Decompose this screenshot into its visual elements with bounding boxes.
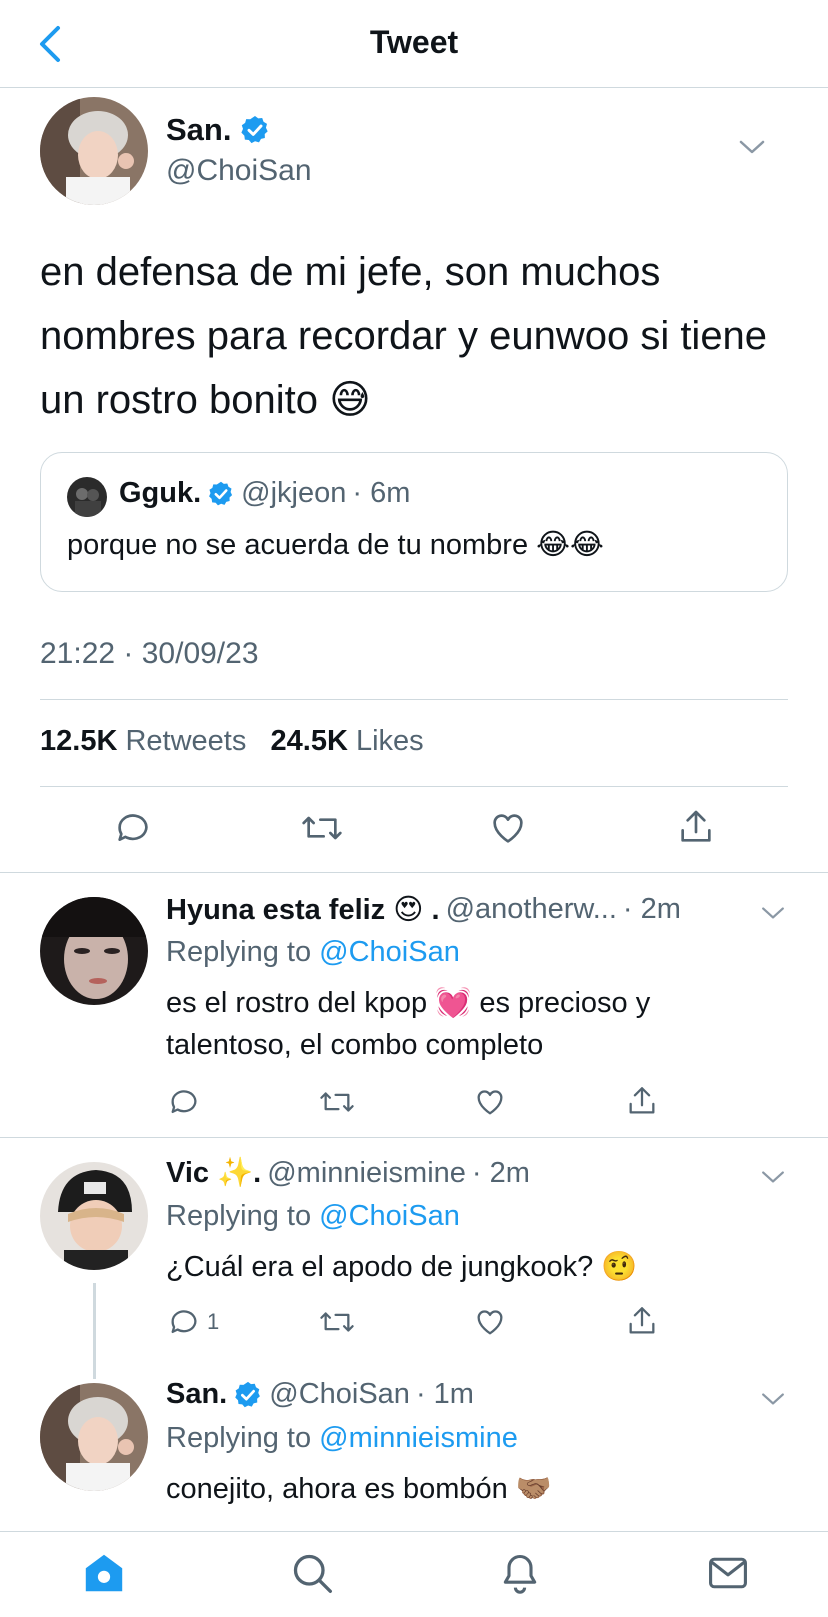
share-button[interactable] [625,1303,659,1339]
reply-author-name[interactable]: Vic ✨. [166,1156,261,1190]
reply-time: · 2m [622,893,681,925]
quoted-tweet-time: · 6m [352,477,411,509]
page-title: Tweet [369,24,459,60]
reply-button[interactable]: 1 [167,1305,219,1339]
replying-to-mention[interactable]: @ChoiSan [319,1200,460,1232]
chevron-down-icon [762,1393,784,1405]
tweet-timestamp: 21:22 · 30/09/23 [40,637,259,670]
reply-more-button[interactable] [760,1169,786,1190]
like-button[interactable] [487,808,529,848]
share-icon [629,1307,655,1334]
quoted-tweet-card[interactable]: Gguk. @jkjeon · 6m porque no se acuerda … [40,452,788,592]
reply-button[interactable] [167,1085,207,1119]
reply-icon [118,814,148,841]
tweet-stats: 12.5K Retweets 24.5K Likes [40,725,424,758]
reply-header: Hyuna esta feliz 😍 . @anotherw... · 2m [166,892,681,927]
tab-notifications[interactable] [495,1548,545,1598]
share-icon [681,810,711,842]
replying-to-mention[interactable]: @minnieismine [319,1422,518,1454]
header-bar: Tweet [0,0,828,88]
bottom-tab-bar [0,1531,828,1617]
share-button[interactable] [676,806,716,848]
heart-icon [477,1090,503,1115]
quoted-author-handle: @jkjeon [241,477,347,509]
verified-badge-icon [241,116,269,144]
replying-to-line: Replying to @minnieismine [166,1422,518,1454]
tab-home[interactable] [79,1548,129,1598]
retweet-button[interactable] [318,1305,356,1339]
reply-author-avatar[interactable] [40,897,148,1005]
heart-icon [493,814,523,843]
retweet-icon [320,1092,354,1112]
chevron-down-icon [762,907,784,919]
reply-author-handle[interactable]: @ChoiSan [269,1378,410,1411]
chevron-down-icon [739,140,765,154]
reply-author-avatar[interactable] [40,1383,148,1491]
mail-icon [709,1557,747,1589]
quoted-tweet-text: porque no se acuerda de tu nombre 😂😂 [67,529,604,561]
reply-icon [171,1310,197,1334]
retweet-icon [302,816,342,840]
divider [0,872,828,873]
home-icon [85,1554,123,1592]
bell-icon [503,1554,537,1594]
verified-badge-icon [235,1381,261,1407]
divider [0,1137,828,1138]
reply-author-handle[interactable]: @anotherw... [446,893,617,926]
reply-time: · 1m [415,1378,474,1410]
replying-to-line: Replying to @ChoiSan [166,1200,460,1232]
heart-icon [477,1310,503,1335]
likes-label[interactable]: Likes [356,725,424,757]
like-button[interactable] [472,1085,508,1119]
share-icon [629,1087,655,1114]
retweet-button[interactable] [300,808,344,848]
search-icon [293,1554,332,1593]
verified-badge-icon [209,481,233,505]
retweets-label[interactable]: Retweets [125,725,246,757]
reply-text: ¿Cuál era el apodo de jungkook? 🤨 [166,1251,638,1283]
reply-more-button[interactable] [760,1391,786,1412]
reply-icon [171,1090,197,1114]
tab-messages[interactable] [703,1548,753,1598]
reply-header: San. @ChoiSan · 1m [166,1378,474,1411]
reply-time: · 2m [471,1156,530,1189]
tab-search[interactable] [287,1548,337,1598]
retweet-button[interactable] [318,1085,356,1119]
main-author-name[interactable]: San. [166,112,271,148]
reply-text: es el rostro del kpop 💓 es precioso y ta… [166,987,651,1061]
quoted-tweet-header: Gguk. @jkjeon · 6m [119,477,410,510]
thread-connector-line [93,1283,96,1379]
quoted-author-name: Gguk. [119,477,202,509]
replying-to-mention[interactable]: @ChoiSan [319,936,460,968]
reply-more-button[interactable] [760,905,786,926]
reply-author-handle[interactable]: @minnieismine [267,1157,466,1190]
main-author-handle[interactable]: @ChoiSan [166,154,312,188]
likes-count[interactable]: 24.5K [271,725,348,757]
divider [40,786,788,787]
divider [40,699,788,700]
quoted-author-avatar [67,477,107,517]
share-button[interactable] [625,1083,659,1119]
tweet-more-button[interactable] [738,138,766,161]
reply-author-name[interactable]: Hyuna esta feliz 😍 . [166,892,440,927]
reply-button[interactable] [113,808,153,848]
reply-author-name[interactable]: San. [166,1378,227,1411]
reply-author-avatar[interactable] [40,1162,148,1270]
main-tweet-text: en defensa de mi jefe, son muchos nombre… [40,250,768,422]
retweet-icon [320,1312,354,1332]
reply-count: 1 [207,1309,220,1334]
retweets-count[interactable]: 12.5K [40,725,117,757]
reply-text: conejito, ahora es bombón 🤝🏽 [166,1473,552,1505]
replying-to-line: Replying to @ChoiSan [166,936,460,968]
reply-header: Vic ✨. @minnieismine · 2m [166,1156,530,1190]
chevron-down-icon [762,1171,784,1183]
main-author-avatar[interactable] [40,97,148,205]
like-button[interactable] [472,1305,508,1339]
